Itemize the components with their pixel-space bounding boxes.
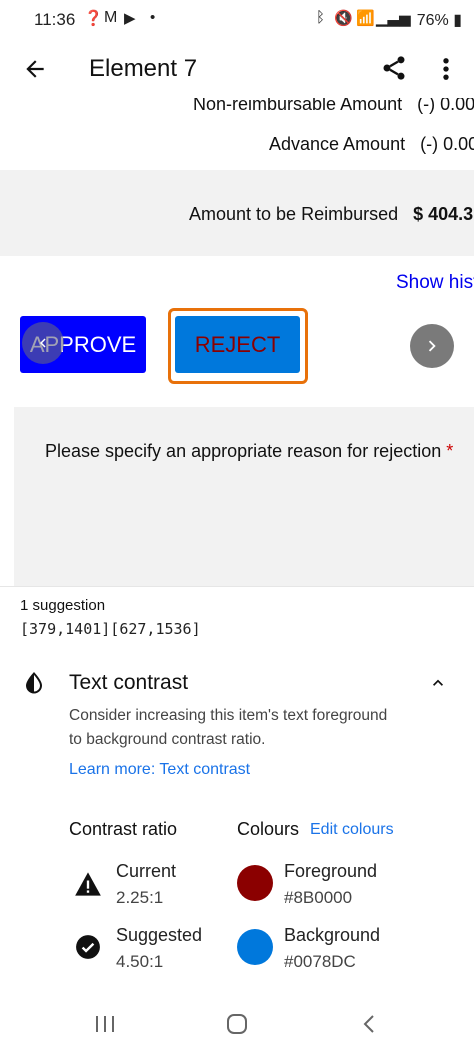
colours-label: Colours — [237, 819, 300, 839]
advance-label: Advance Amount — [269, 134, 406, 154]
reimburse-value: $ 404.3 — [413, 204, 474, 224]
background-value: #0078DC — [284, 952, 356, 971]
battery-level: 76% ▮ — [416, 12, 462, 29]
suggestion-count: 1 suggestion — [20, 597, 106, 614]
learn-more-link[interactable]: Learn more: Text contrast — [69, 761, 250, 779]
advance-row: Advance Amount (-) 0.00 — [269, 134, 474, 155]
advance-value: (-) 0.00 — [420, 134, 474, 154]
element-bounds: [379,1401][627,1536] — [20, 620, 201, 638]
check-circle-icon — [76, 935, 100, 959]
chevron-left-icon — [40, 338, 46, 348]
dot-icon: • — [150, 9, 156, 26]
app-bar: Element 7 — [0, 40, 474, 98]
reimburse-row: Amount to be Reimbursed $ 404.3 — [189, 204, 473, 225]
reimburse-label: Amount to be Reimbursed — [189, 204, 399, 224]
recent-apps-icon[interactable] — [94, 1014, 116, 1034]
non-reimbursable-row: Non-reimbursable Amount (-) 0.00 — [193, 98, 474, 115]
rejection-reason-field[interactable]: Please specify an appropriate reason for… — [14, 407, 474, 586]
status-time: 11:36 — [34, 10, 76, 29]
show-history-link[interactable]: Show hist — [396, 272, 474, 294]
scroll-left-button[interactable] — [22, 322, 64, 364]
wifi-icon: 📶 — [356, 10, 375, 27]
back-arrow-icon[interactable] — [22, 56, 48, 82]
status-bar: 11:36 ❓ M ▶ • ᛒ 🔇 📶 ▁▃▅ 76% ▮ — [0, 0, 474, 40]
reimburse-panel: Amount to be Reimbursed $ 404.3 — [0, 170, 474, 256]
warning-icon — [75, 872, 101, 896]
foreground-value: #8B0000 — [284, 888, 353, 907]
current-value: 2.25:1 — [116, 888, 164, 907]
edit-colours-link[interactable]: Edit colours — [310, 821, 394, 839]
system-nav-bar — [0, 996, 474, 1053]
home-icon[interactable] — [226, 1013, 248, 1035]
rejection-reason-label: Please specify an appropriate reason for… — [45, 441, 454, 461]
current-label: Current — [116, 861, 177, 881]
background-swatch — [237, 929, 273, 965]
signal-icon: ▁▃▅ — [376, 10, 411, 27]
mute-icon: 🔇 — [334, 10, 353, 27]
suggested-value: 4.50:1 — [116, 952, 164, 971]
suggested-label: Suggested — [116, 925, 203, 945]
share-icon[interactable] — [380, 54, 408, 82]
back-nav-icon[interactable] — [360, 1014, 380, 1034]
reject-button[interactable]: REJECT — [175, 316, 300, 373]
expense-detail: Non-reimbursable Amount (-) 0.00 Advance… — [0, 98, 474, 586]
contrast-ratio-label: Contrast ratio — [69, 819, 178, 839]
background-label: Background — [284, 925, 381, 945]
gmail-icon: M — [104, 9, 118, 26]
non-reimbursable-value: (-) 0.00 — [417, 98, 474, 114]
bluetooth-icon: ᛒ — [316, 9, 326, 26]
battery-icon: ▮ — [448, 12, 462, 29]
chevron-right-icon — [428, 340, 436, 352]
suggestion-heading: Text contrast — [69, 671, 189, 694]
help-icon: ❓ — [84, 10, 103, 27]
page-title: Element 7 — [89, 55, 198, 82]
scroll-right-button[interactable] — [410, 324, 454, 368]
more-vert-icon[interactable] — [436, 55, 456, 83]
video-icon: ▶ — [124, 10, 136, 27]
non-reimbursable-label: Non-reimbursable Amount — [193, 98, 403, 114]
foreground-swatch — [237, 865, 273, 901]
suggestion-description: Consider increasing this item's text for… — [69, 707, 388, 748]
suggestion-sheet: 1 suggestion [379,1401][627,1536] Text c… — [0, 586, 474, 997]
foreground-label: Foreground — [284, 861, 378, 881]
contrast-icon — [25, 672, 43, 694]
reject-label: REJECT — [194, 331, 281, 357]
chevron-up-icon[interactable] — [428, 673, 448, 693]
required-mark: * — [446, 441, 454, 461]
